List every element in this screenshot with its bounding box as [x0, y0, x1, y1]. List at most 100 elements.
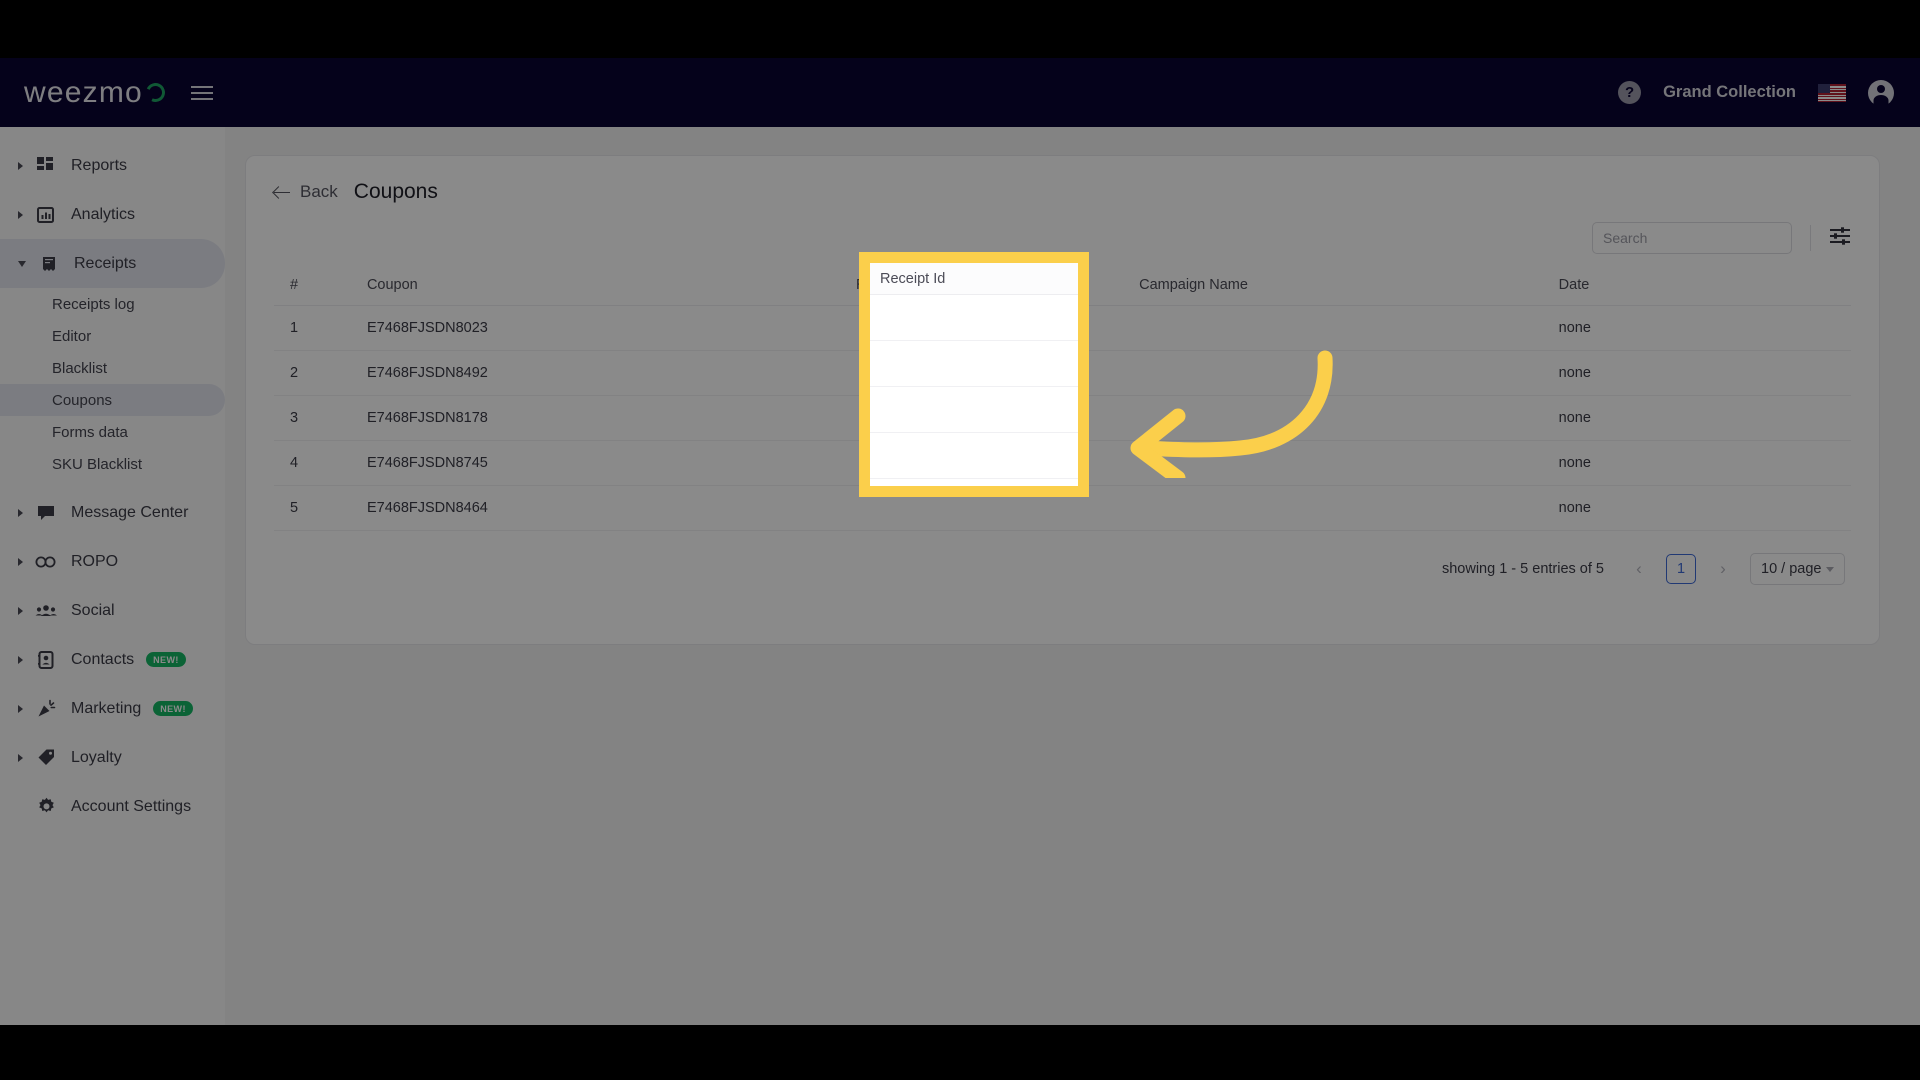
cell-date: none: [1558, 440, 1851, 486]
cell-date: none: [1558, 305, 1851, 351]
cell-date: none: [1558, 395, 1851, 441]
contacts-icon: [35, 650, 57, 670]
sidebar-subitem-receipts-log[interactable]: Receipts log: [0, 288, 225, 320]
sidebar-item-label: Marketing: [71, 699, 142, 717]
page-title: Coupons: [353, 180, 438, 203]
sidebar-item-analytics[interactable]: Analytics: [0, 190, 225, 239]
pagination-summary: showing 1 - 5 entries of 5: [1441, 561, 1604, 577]
chevron-right-icon: [18, 753, 23, 762]
highlight-empty-cell: [870, 433, 1078, 479]
sidebar-item-loyalty[interactable]: Loyalty: [0, 733, 225, 782]
highlight-box-receipt-id-column: Receipt Id: [859, 252, 1089, 497]
chevron-right-icon: [18, 704, 23, 713]
chevron-right-icon[interactable]: ›: [1710, 556, 1736, 582]
sidebar-item-label: Reports: [71, 156, 128, 174]
highlight-empty-cell: [870, 387, 1078, 433]
weezmo-logo[interactable]: weezmo: [24, 75, 168, 110]
subitem-label: Editor: [52, 327, 92, 345]
highlight-empty-cell: [870, 341, 1078, 387]
cell-date: none: [1558, 350, 1851, 396]
subitem-label: Forms data: [52, 423, 128, 441]
new-badge: NEW!: [146, 652, 186, 667]
sidebar-item-label: ROPO: [71, 552, 119, 570]
sidebar-subitem-forms-data[interactable]: Forms data: [0, 416, 225, 448]
subitem-label: Coupons: [52, 391, 113, 409]
sidebar-item-label: Social: [71, 601, 115, 619]
cell-coupon: E7468FJSDN8492: [366, 350, 857, 396]
hamburger-icon[interactable]: [190, 85, 213, 100]
sidebar-item-label: Message Center: [71, 503, 189, 521]
column-header-date[interactable]: Date: [1558, 268, 1851, 306]
back-button[interactable]: Back: [274, 182, 338, 202]
cell-coupon: E7468FJSDN8178: [366, 395, 857, 441]
cell-campaign-name: [1139, 440, 1559, 486]
sidebar-item-label: Analytics: [71, 205, 136, 223]
arrow-left-icon: [274, 184, 291, 201]
help-icon[interactable]: ?: [1618, 81, 1642, 104]
sidebar-nav: Reports Analytics Receipts Receipts log …: [0, 127, 225, 1025]
search-box[interactable]: [1592, 222, 1792, 254]
cell-campaign-name: [1139, 350, 1559, 396]
sidebar-item-account-settings[interactable]: Account Settings: [0, 782, 225, 831]
sidebar-item-ropo[interactable]: ROPO: [0, 537, 225, 586]
subitem-label: SKU Blacklist: [52, 455, 143, 473]
page-number-button[interactable]: 1: [1666, 554, 1696, 584]
highlight-empty-cell: [870, 295, 1078, 341]
sidebar-item-marketing[interactable]: Marketing NEW!: [0, 684, 225, 733]
highlight-column-header: Receipt Id: [870, 263, 1078, 295]
cell-coupon: E7468FJSDN8745: [366, 440, 857, 486]
logo-text: weezmo: [24, 75, 143, 109]
new-badge: NEW!: [153, 701, 193, 716]
filter-sliders-icon[interactable]: [1829, 226, 1851, 251]
sidebar-item-label: Contacts: [71, 650, 135, 668]
highlight-empty-cell: [870, 479, 1078, 525]
sidebar-item-label: Receipts: [74, 254, 137, 272]
column-header-campaign-name[interactable]: Campaign Name: [1139, 268, 1559, 306]
analytics-icon: [35, 205, 57, 225]
sidebar-subitem-sku-blacklist[interactable]: SKU Blacklist: [0, 448, 225, 480]
us-flag-icon[interactable]: [1818, 83, 1846, 102]
marketing-icon: [35, 699, 57, 719]
subitem-label: Receipts log: [52, 295, 135, 313]
column-header-num[interactable]: #: [274, 268, 367, 306]
chevron-down-icon: [1826, 566, 1834, 572]
sidebar-item-message-center[interactable]: Message Center: [0, 488, 225, 537]
cell-num: 3: [274, 395, 367, 441]
sidebar-item-reports[interactable]: Reports: [0, 141, 225, 190]
app-viewport: weezmo ? Grand Collection Reports Analyt…: [0, 58, 1920, 1025]
cell-num: 2: [274, 350, 367, 396]
back-label: Back: [300, 182, 338, 201]
toolbar-divider: [1810, 225, 1811, 251]
account-avatar-icon[interactable]: [1868, 79, 1894, 106]
table-toolbar: [274, 222, 1851, 254]
chevron-down-icon: [18, 260, 26, 267]
top-header-bar: weezmo ? Grand Collection: [0, 58, 1920, 127]
cell-num: 1: [274, 305, 367, 351]
social-icon: [35, 601, 57, 621]
account-name: Grand Collection: [1663, 83, 1796, 101]
sidebar-item-receipts[interactable]: Receipts: [0, 239, 225, 288]
chevron-right-icon: [18, 557, 23, 566]
help-icon-label: ?: [1624, 84, 1635, 101]
cell-campaign-name: [1139, 305, 1559, 351]
column-header-coupon[interactable]: Coupon: [366, 268, 857, 306]
sidebar-subitem-editor[interactable]: Editor: [0, 320, 225, 352]
sidebar-subitem-blacklist[interactable]: Blacklist: [0, 352, 225, 384]
sidebar-subitem-coupons[interactable]: Coupons: [0, 384, 225, 416]
receipts-icon: [38, 254, 60, 274]
chevron-right-icon: [18, 508, 23, 517]
sidebar-item-label: Loyalty: [71, 748, 122, 766]
chevron-right-icon: [18, 161, 23, 170]
chevron-left-icon[interactable]: ‹: [1626, 556, 1652, 582]
reports-icon: [35, 156, 57, 176]
per-page-label: 10 / page: [1761, 561, 1822, 577]
chevron-right-icon: [18, 210, 23, 219]
per-page-select[interactable]: 10 / page: [1750, 553, 1845, 585]
chevron-right-icon: [18, 606, 23, 615]
sidebar-item-social[interactable]: Social: [0, 586, 225, 635]
sidebar-item-contacts[interactable]: Contacts NEW!: [0, 635, 225, 684]
message-icon: [35, 503, 57, 523]
search-input[interactable]: [1603, 230, 1784, 246]
loyalty-icon: [35, 748, 57, 768]
cell-campaign-name: [1139, 395, 1559, 441]
